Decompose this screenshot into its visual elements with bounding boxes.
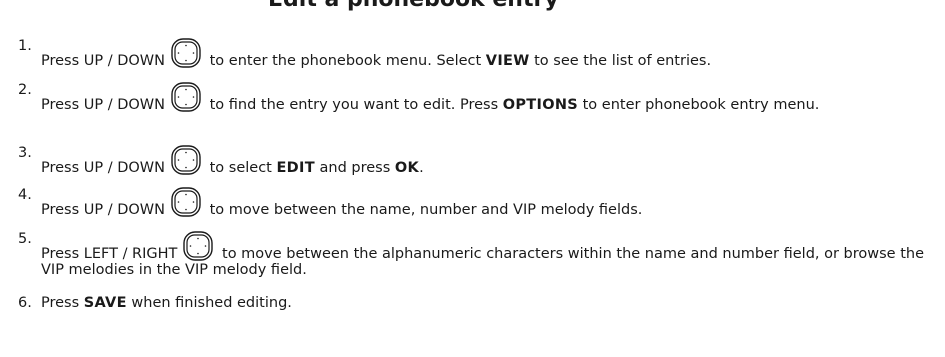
step-number: 2.: [18, 82, 32, 98]
step-text: Press UP / DOWN to select EDIT and press…: [41, 145, 926, 176]
step-lead-text: Press UP / DOWN: [41, 97, 165, 113]
step-text: Press SAVE when finished editing.: [41, 295, 926, 311]
step-text: Press LEFT / RIGHT to move between the a…: [41, 231, 926, 278]
button-name: OK: [394, 160, 420, 176]
step-number: 3.: [18, 145, 32, 161]
step-text: Press UP / DOWN to move between the name…: [41, 187, 926, 218]
button-name: EDIT: [276, 160, 315, 176]
navigation-key-icon: [171, 145, 201, 175]
button-name: OPTIONS: [502, 97, 578, 113]
step-lead-text: Press UP / DOWN: [41, 202, 165, 218]
step-lead-text: Press UP / DOWN: [41, 53, 165, 69]
button-name: SAVE: [83, 295, 127, 311]
step-text-segment: to enter the phonebook menu. Select: [205, 53, 486, 69]
navigation-key-icon: [183, 231, 214, 261]
step-text-segment: to see the list of entries.: [529, 53, 712, 69]
instruction-steps-list: 1. Press UP / DOWN to enter the phonebook…: [0, 0, 945, 357]
step-number: 4.: [18, 187, 32, 203]
step-text: Press UP / DOWN to find the entry you wa…: [41, 82, 926, 113]
step-text: Press UP / DOWN to enter the phonebook m…: [41, 38, 926, 69]
step-lead-text: Press: [41, 295, 80, 311]
step-text-segment: to find the entry you want to edit. Pres…: [205, 97, 503, 113]
navigation-key-icon: [171, 38, 201, 68]
navigation-key-icon: [171, 82, 201, 112]
navigation-key-icon: [171, 187, 201, 217]
step-text-segment: to move between the name, number and VIP…: [205, 202, 643, 218]
step-lead-text: Press LEFT / RIGHT: [41, 246, 178, 262]
step-text-segment: to select: [205, 160, 277, 176]
step-text-segment: .: [419, 160, 424, 176]
button-name: VIEW: [485, 53, 530, 69]
step-text-segment: to enter phonebook entry menu.: [578, 97, 820, 113]
step-number: 6.: [18, 295, 32, 311]
step-number: 1.: [18, 38, 32, 54]
step-lead-text: Press UP / DOWN: [41, 160, 165, 176]
step-text-segment: and press: [314, 160, 395, 176]
step-number: 5.: [18, 231, 32, 247]
step-text-segment: when finished editing.: [126, 295, 292, 311]
